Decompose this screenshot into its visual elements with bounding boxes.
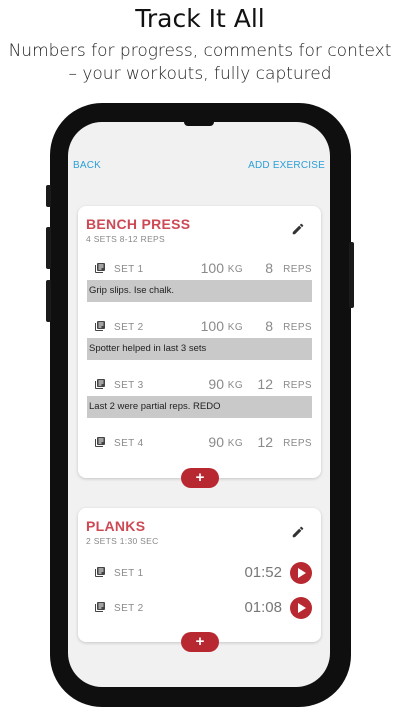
duration-value[interactable]: 01:52 (244, 564, 282, 581)
exercise-title: PLANKS (86, 518, 146, 534)
promo-subtitle: Numbers for progress, comments for conte… (0, 40, 400, 86)
notes-icon[interactable] (94, 436, 106, 448)
set-label: SET 2 (114, 322, 144, 333)
phone-volume-up-button (46, 185, 51, 207)
exercise-summary: 4 SETS 8-12 REPS (86, 234, 165, 244)
phone-volume-down-button (46, 227, 51, 269)
set-row[interactable]: SET 1 01:52 (94, 562, 312, 584)
set-label: SET 2 (114, 603, 144, 614)
notes-icon[interactable] (94, 320, 106, 332)
reps-unit: REPS (283, 438, 312, 449)
reps-value[interactable]: 8 (265, 318, 273, 334)
reps-value[interactable]: 8 (265, 260, 273, 276)
phone-power-button (349, 242, 354, 308)
set-label: SET 3 (114, 380, 144, 391)
add-exercise-button[interactable]: ADD EXERCISE (248, 160, 325, 171)
set-label: SET 1 (114, 568, 144, 579)
reps-unit: REPS (283, 380, 312, 391)
reps-unit: REPS (283, 264, 312, 275)
promo-title: Track It All (135, 4, 265, 33)
weight-value[interactable]: 100 (201, 318, 224, 334)
duration-value[interactable]: 01:08 (244, 599, 282, 616)
phone-mute-button (46, 280, 51, 322)
promo-subtitle-line-2: – your workouts, fully captured (68, 64, 332, 84)
weight-value[interactable]: 90 (208, 434, 224, 450)
weight-unit: KG (227, 322, 243, 333)
add-set-button[interactable]: + (181, 632, 219, 652)
notes-icon[interactable] (94, 262, 106, 274)
set-row[interactable]: SET 2 01:08 (94, 597, 312, 619)
pencil-icon[interactable] (291, 222, 305, 236)
reps-value[interactable]: 12 (257, 376, 273, 392)
set-row[interactable]: SET 4 90 KG 12 REPS (94, 434, 312, 452)
weight-unit: KG (227, 264, 243, 275)
app-screen: BACK ADD EXERCISE BENCH PRESS 4 SETS 8-1… (68, 122, 330, 687)
weight-unit: KG (227, 380, 243, 391)
set-label: SET 1 (114, 264, 144, 275)
notes-icon[interactable] (94, 566, 106, 578)
exercise-title: BENCH PRESS (86, 216, 191, 232)
play-icon[interactable] (290, 562, 312, 584)
promo-subtitle-line-1: Numbers for progress, comments for conte… (8, 41, 392, 61)
weight-unit: KG (227, 438, 243, 449)
weight-value[interactable]: 100 (201, 260, 224, 276)
set-row[interactable]: SET 3 90 KG 12 REPS (94, 376, 312, 394)
set-comment[interactable]: Spotter helped in last 3 sets (87, 338, 312, 360)
back-button[interactable]: BACK (73, 160, 101, 171)
speaker-notch (184, 122, 214, 126)
set-row[interactable]: SET 2 100 KG 8 REPS (94, 318, 312, 336)
pencil-icon[interactable] (291, 525, 305, 539)
notes-icon[interactable] (94, 601, 106, 613)
set-row[interactable]: SET 1 100 KG 8 REPS (94, 260, 312, 278)
set-comment[interactable]: Last 2 were partial reps. REDO (87, 396, 312, 418)
add-set-button[interactable]: + (181, 468, 219, 488)
set-comment[interactable]: Grip slips. Ise chalk. (87, 280, 312, 302)
reps-value[interactable]: 12 (257, 434, 273, 450)
exercise-summary: 2 SETS 1:30 SEC (86, 536, 159, 546)
play-icon[interactable] (290, 597, 312, 619)
exercise-card-planks: PLANKS 2 SETS 1:30 SEC SET 1 01:52 SET 2… (78, 508, 321, 642)
weight-value[interactable]: 90 (208, 376, 224, 392)
exercise-card-bench-press: BENCH PRESS 4 SETS 8-12 REPS SET 1 100 K… (78, 206, 321, 478)
set-label: SET 4 (114, 438, 144, 449)
reps-unit: REPS (283, 322, 312, 333)
notes-icon[interactable] (94, 378, 106, 390)
